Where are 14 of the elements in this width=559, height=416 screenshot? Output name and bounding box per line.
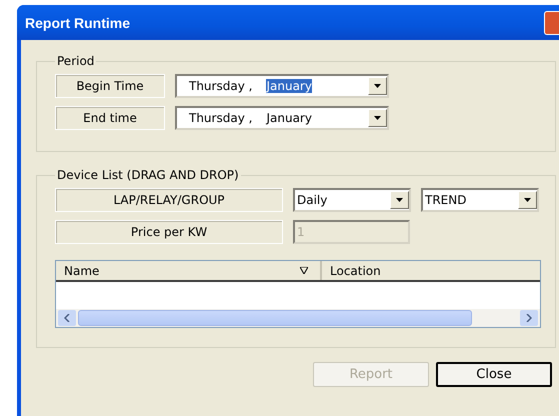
field-label: LAP/RELAY/GROUP <box>55 188 283 212</box>
column-header[interactable]: Location <box>322 261 540 280</box>
mode-dropdown[interactable]: TREND <box>421 188 539 212</box>
date-picker[interactable]: Thursday , January <box>175 74 389 98</box>
date-picker[interactable]: Thursday , January <box>175 106 389 130</box>
interval-dropdown[interactable]: Daily <box>293 188 411 212</box>
window-title: Report Runtime <box>25 14 130 30</box>
column-header[interactable]: Name <box>56 261 322 280</box>
group-title: Device List (DRAG AND DROP) <box>56 168 240 182</box>
field-label: Price per KW <box>55 220 283 244</box>
field-label: Begin Time <box>55 74 165 98</box>
dialog-button[interactable]: Close <box>436 362 552 387</box>
group-title: Period <box>56 54 96 68</box>
field-label: End time <box>55 106 165 130</box>
